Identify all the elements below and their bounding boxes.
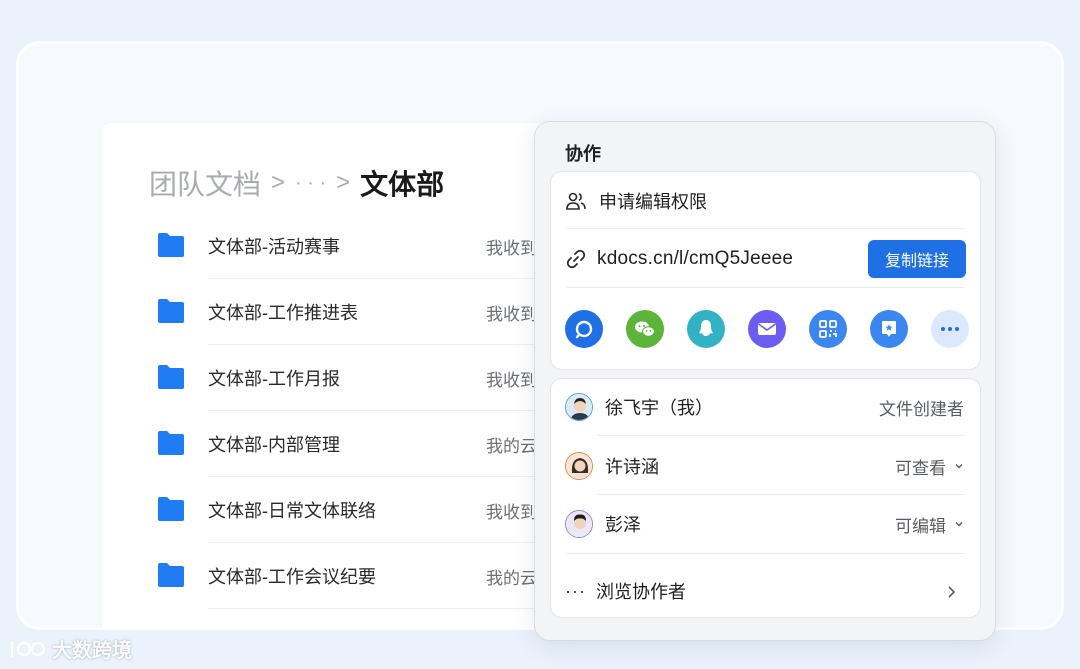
collaborator-role: 文件创建者 [879,395,964,420]
breadcrumb-root[interactable]: 团队文档 [149,163,261,203]
wechat-icon[interactable] [626,310,664,348]
file-owner: 我的云 [486,568,537,588]
collaborator-name: 彭泽 [605,515,641,535]
file-name: 文体部-工作推进表 [208,303,358,323]
more-icon[interactable] [931,310,969,348]
file-owner: 我收到 [486,370,537,390]
users-icon [566,192,586,210]
avatar [565,510,593,538]
mail-icon[interactable] [748,310,786,348]
file-owner: 我收到 [486,304,537,324]
copy-link-button[interactable]: 复制链接 [868,240,966,278]
divider [567,287,964,288]
divider [567,228,964,229]
folder-icon [158,365,184,389]
divider [597,494,964,495]
kdocs-chat-icon[interactable] [565,310,603,348]
folder-icon [158,431,184,455]
panel-title: 协作 [565,144,601,164]
share-link-row: kdocs.cn/l/cmQ5Jeeee 复制链接 [565,240,966,278]
collaborator-name: 徐飞宇（我） [605,398,713,418]
file-name: 文体部-工作月报 [208,369,340,389]
file-name: 文体部-日常文体联络 [208,501,376,521]
breadcrumb-ellipsis[interactable]: · · · [295,172,326,195]
file-owner: 我收到 [486,238,537,258]
collaborators-card: 徐飞宇（我） 文件创建者 许诗涵 可查看 彭泽 可编辑 ··· 浏览协作者 [550,378,981,618]
chevron-down-icon [955,463,963,469]
bookmark-star-icon[interactable] [870,310,908,348]
avatar [565,393,593,421]
permission-dropdown[interactable]: 可查看 [895,454,964,479]
role-label: 可查看 [895,458,946,478]
watermark: 大数跨境 [8,634,132,663]
watermark-text: 大数跨境 [52,640,132,662]
share-card: 申请编辑权限 kdocs.cn/l/cmQ5Jeeee 复制链接 [550,171,981,370]
folder-icon [158,233,184,257]
breadcrumb-current: 文体部 [360,169,445,200]
collaborator-row: 许诗涵 可查看 [565,449,964,483]
collaborator-row: 徐飞宇（我） 文件创建者 [565,390,964,424]
share-icons [565,310,969,348]
role-label: 可编辑 [895,516,946,536]
folder-icon [158,299,184,323]
collaborator-row: 彭泽 可编辑 [565,507,964,541]
request-edit-row[interactable]: 申请编辑权限 [565,186,707,216]
collaboration-panel: 协作 申请编辑权限 kdocs.cn/l/cmQ5Jeeee 复制链接 徐飞宇（… [534,121,996,641]
watermark-logo-icon [10,640,46,657]
browse-collaborators-row[interactable]: ··· 浏览协作者 [565,576,964,606]
collaborator-name: 许诗涵 [605,457,659,477]
qq-icon[interactable] [687,310,725,348]
more-dots-icon: ··· [565,580,586,601]
breadcrumb: 团队文档 > · · · > 文体部 [149,163,444,203]
request-edit-label: 申请编辑权限 [599,192,707,212]
browse-collaborators-label: 浏览协作者 [595,582,686,602]
folder-icon [158,497,184,521]
divider [597,435,964,436]
qrcode-icon[interactable] [809,310,847,348]
breadcrumb-separator: > [336,169,351,196]
file-name: 文体部-内部管理 [208,435,340,455]
share-link-url[interactable]: kdocs.cn/l/cmQ5Jeeee [597,248,793,270]
folder-icon [158,563,184,587]
chevron-down-icon [955,521,963,527]
link-icon [566,249,586,269]
file-owner: 我收到 [486,502,537,522]
breadcrumb-separator: > [271,169,286,196]
file-name: 文体部-活动赛事 [208,237,340,257]
file-owner: 我的云 [486,436,537,456]
avatar [565,452,593,480]
file-name: 文体部-工作会议纪要 [208,567,376,587]
chevron-right-icon [948,586,956,598]
divider [567,553,964,554]
role-label: 文件创建者 [879,399,964,419]
permission-dropdown[interactable]: 可编辑 [895,512,964,537]
